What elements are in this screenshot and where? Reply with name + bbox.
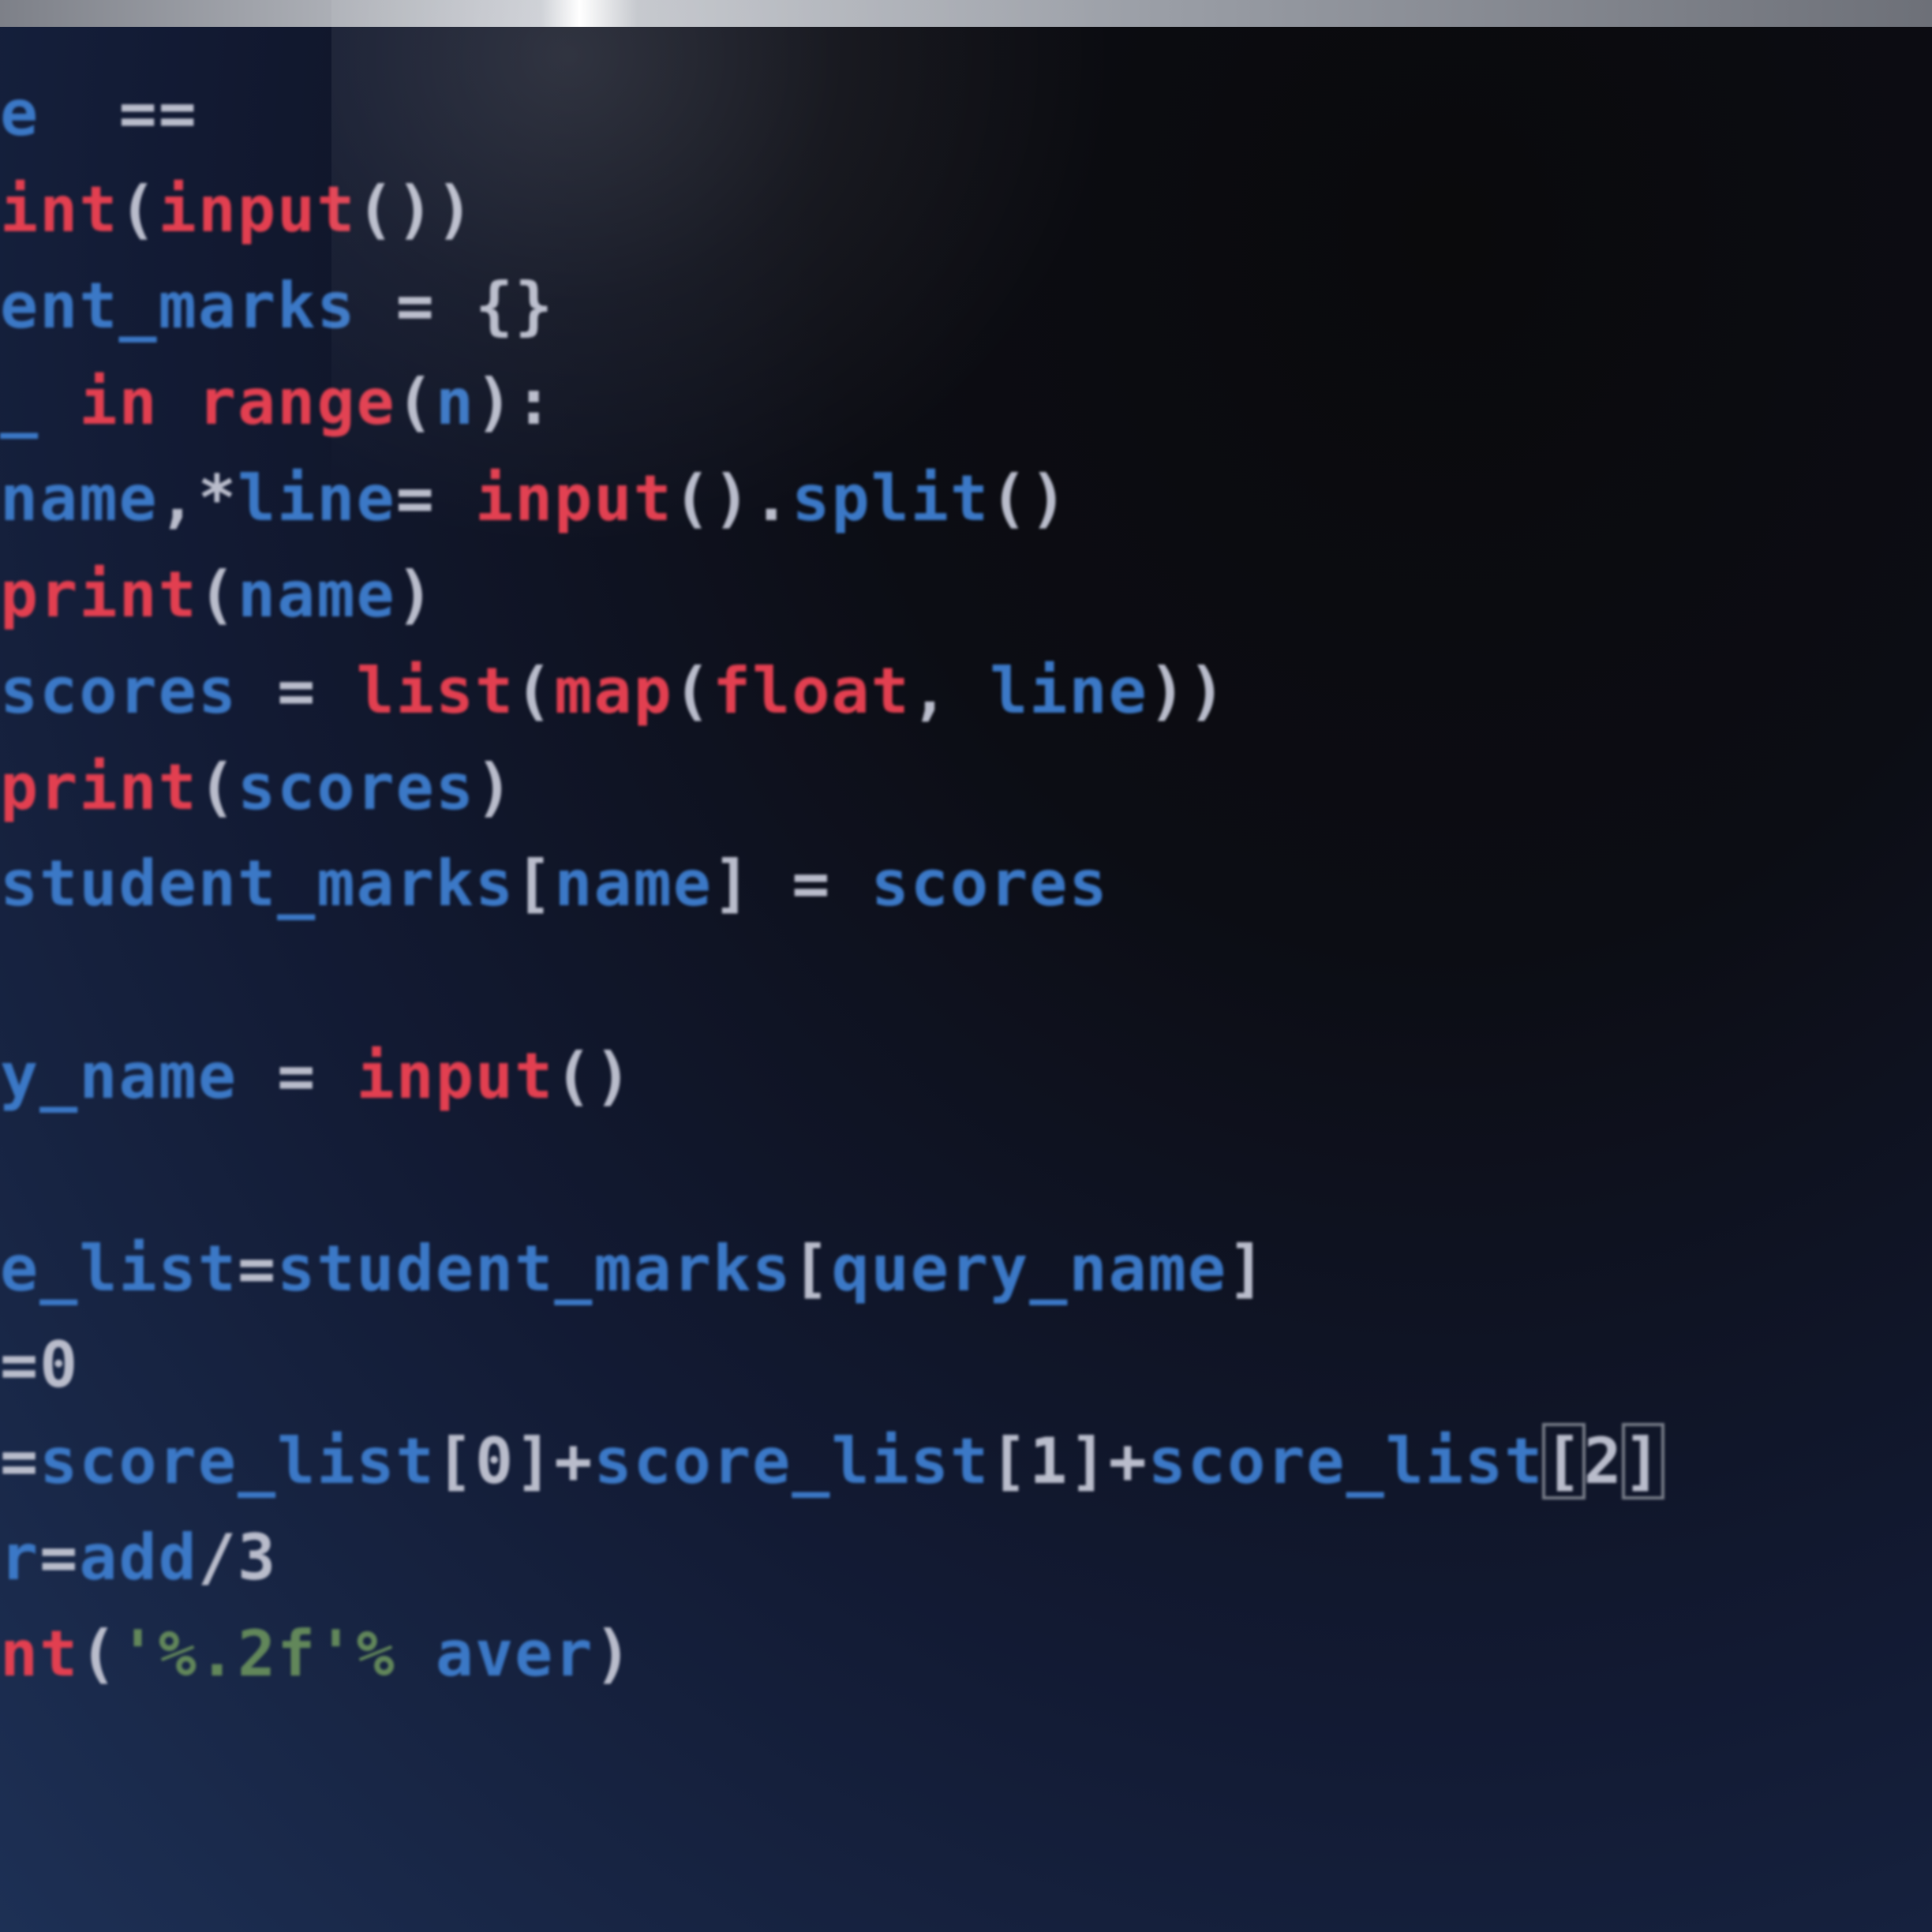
code-token: add [79,1521,198,1594]
code-token: = [237,654,357,728]
code-token: ) [593,1617,634,1690]
code-token: split [792,462,990,535]
code-token: scores [871,847,1109,920]
code-token: [ [792,1232,832,1305]
code-token: ( [197,558,238,631]
code-token: score_list [39,1425,436,1498]
code-token: input [356,1039,555,1113]
code-token: e_list [0,1232,238,1305]
code-line[interactable]: nt('%.2f'% aver) [0,1615,634,1694]
code-token: student_marks [277,1232,792,1305]
monitor-bezel [0,0,1932,27]
code-token: list [356,654,515,728]
code-token: ): [475,365,555,439]
code-token: in [79,365,198,439]
code-token: n [435,365,475,439]
code-line[interactable]: scores = list(map(float, line)) [0,652,1227,731]
code-token: float [712,654,911,728]
code-token: [1]+ [990,1425,1148,1498]
code-line[interactable]: e_list=student_marks[query_name] [0,1230,1267,1309]
code-token: y_name [0,1039,238,1113]
code-token: int [0,173,119,246]
code-token: score_list [593,1425,990,1498]
code-token: = [0,1425,40,1498]
code-token: name [238,558,396,631]
code-token: name [554,847,713,920]
code-token: ,* [158,462,238,535]
code-token: ] [1621,1423,1664,1500]
code-token: ( [395,365,436,439]
code-line[interactable]: student_marks[name] = scores [0,844,1109,923]
code-token: student_marks [0,847,515,920]
code-line[interactable]: print(name) [0,556,436,635]
code-token: ) [395,558,436,631]
code-line[interactable]: r=add/3 [0,1518,277,1597]
code-token: () [990,462,1069,535]
code-token: /3 [197,1521,278,1594]
code-token: ent_marks [0,269,357,343]
code-line[interactable]: =0 [0,1326,79,1405]
code-token: ] = [712,847,871,920]
code-editor[interactable]: e == int(input()) ent_marks = {} _ in range… [0,27,1932,1932]
code-token: [ [515,847,555,920]
code-line[interactable]: y_name = input() [0,1037,634,1116]
code-token: = [395,462,475,535]
code-token: range [197,365,396,439]
code-token: line [990,654,1148,728]
code-token: scores [0,654,238,728]
code-token: map [554,654,673,728]
code-token: ( [515,654,555,728]
code-token: ( [672,654,713,728]
code-token: scores [238,751,475,824]
code-token: = [39,1521,80,1594]
code-line[interactable]: int(input()) [0,170,475,249]
code-token: print [0,558,198,631]
code-line[interactable]: _ in range(n): [0,363,554,442]
code-token: (). [672,462,792,535]
code-token: 2 [1583,1425,1623,1498]
code-token: input [158,173,357,246]
code-token: [0]+ [435,1425,594,1498]
code-line[interactable]: print(scores) [0,748,515,827]
code-token: = {} [356,269,555,343]
code-token: ( [118,173,159,246]
code-token: ()) [356,173,475,246]
code-token: ) [474,751,515,824]
code-token: ( [79,1617,119,1690]
code-token: [ [1542,1423,1586,1500]
code-token: , [910,654,990,728]
code-token: () [554,1039,634,1113]
code-token: ( [197,751,238,824]
code-token: aver [435,1617,594,1690]
code-line[interactable]: ent_marks = {} [0,267,554,346]
code-token: nt [0,1617,80,1690]
code-token: '%.2f'% [118,1617,396,1690]
code-token: print [0,751,198,824]
code-line[interactable]: =score_list[0]+score_list[1]+score_list[… [0,1422,1664,1501]
code-token: line [237,462,396,535]
code-token: )) [1148,654,1228,728]
code-token: = [237,1232,278,1305]
code-token: = [237,1039,357,1113]
code-token: score_list [1148,1425,1544,1498]
code-token: name [0,462,159,535]
code-token: =0 [0,1328,80,1402]
code-token: _ [0,365,80,439]
code-line[interactable]: e == [0,74,198,153]
code-token: == [39,77,198,150]
code-token: ] [1227,1232,1267,1305]
code-token: input [474,462,673,535]
code-token: query_name [831,1232,1228,1305]
code-line[interactable]: name,*line= input().split() [0,459,1069,538]
code-token: e [0,77,40,150]
code-token: r [0,1521,40,1594]
